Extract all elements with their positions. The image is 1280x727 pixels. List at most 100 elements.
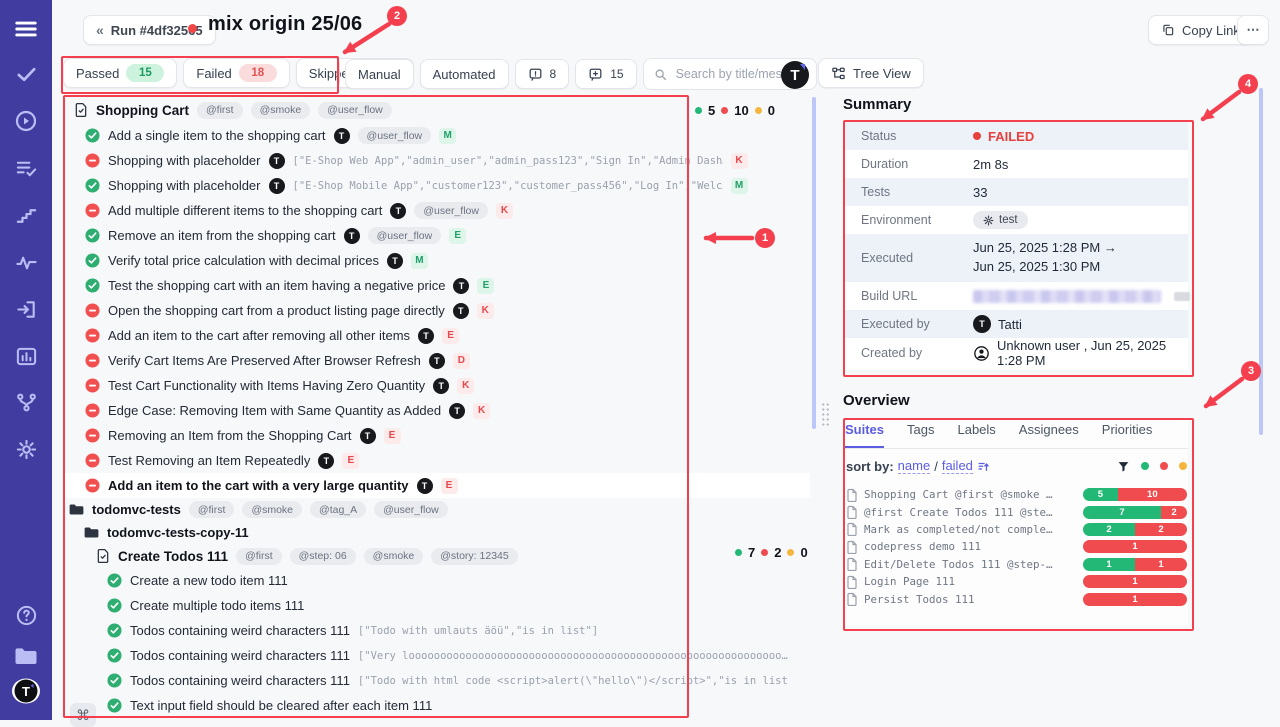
test-row[interactable]: Add multiple different items to the shop…	[63, 198, 810, 223]
tag-pill[interactable]: @user_flow	[368, 227, 442, 244]
failed-filter-dot[interactable]	[1160, 462, 1168, 470]
test-row[interactable]: Test the shopping cart with an item havi…	[63, 273, 810, 298]
tag-pill[interactable]: @first	[197, 102, 243, 119]
main-scrollbar[interactable]	[812, 97, 816, 429]
tag-pill[interactable]: @step: 06	[290, 548, 356, 565]
sort-by-failed[interactable]: failed	[942, 458, 973, 474]
test-row[interactable]: Test Cart Functionality with Items Havin…	[63, 373, 810, 398]
tag-pill[interactable]: @user_flow	[374, 501, 448, 518]
test-row[interactable]: Verify total price calculation with deci…	[63, 248, 810, 273]
passed-icon	[107, 623, 122, 638]
tag-pill[interactable]: @first	[189, 501, 235, 518]
panel-resize-handle[interactable]	[821, 402, 830, 428]
comments-button-1[interactable]: 8	[515, 59, 570, 89]
sidebar-item-menu[interactable]	[0, 14, 52, 44]
overview-suite-row[interactable]: Shopping Cart @first @smoke …510	[846, 486, 1187, 503]
test-row[interactable]: Open the shopping cart from a product li…	[63, 298, 810, 323]
tag-pill[interactable]: @tag_A	[310, 501, 366, 518]
test-row[interactable]: Shopping with placeholderT["E-Shop Web A…	[63, 148, 810, 173]
test-row[interactable]: Add an item to the cart after removing a…	[63, 323, 810, 348]
test-row[interactable]: Remove an item from the shopping cartT@u…	[63, 223, 810, 248]
sidebar-item-brand-logo[interactable]: T	[0, 676, 52, 706]
testomat-logo-icon[interactable]: T	[781, 61, 809, 89]
tag-pill[interactable]: @smoke	[242, 501, 302, 518]
comments-button-2[interactable]: 15	[575, 59, 636, 89]
sidebar-item-play-circle[interactable]	[0, 106, 52, 136]
test-row[interactable]: Create multiple todo items 111	[63, 593, 810, 618]
owner-badge: E	[477, 278, 494, 294]
tag-pill[interactable]: @smoke	[251, 102, 311, 119]
tag-pill[interactable]: @user_flow	[414, 202, 488, 219]
tag-pill[interactable]: @first	[236, 548, 282, 565]
testomat-logo-icon: T	[344, 228, 360, 244]
test-data-args: ["Todo with umlauts äöü","is in list"]	[358, 625, 598, 637]
overview-suite-row[interactable]: Persist Todos 1111	[846, 590, 1187, 607]
skipped-filter-dot[interactable]	[1179, 462, 1187, 470]
overview-suite-row[interactable]: codepress demo 1111	[846, 538, 1187, 555]
tag-pill[interactable]: @smoke	[364, 548, 424, 565]
tab-assignees[interactable]: Assignees	[1019, 422, 1079, 448]
test-row[interactable]: Text input field should be cleared after…	[63, 693, 810, 718]
tree-view-button[interactable]: Tree View	[818, 58, 924, 88]
test-row[interactable]: Create a new todo item 111	[63, 568, 810, 593]
tag-pill[interactable]: @story: 12345	[431, 548, 517, 565]
failed-icon	[85, 203, 100, 218]
search-input[interactable]	[674, 66, 798, 82]
sidebar-item-steps[interactable]	[0, 200, 52, 230]
passed-icon	[107, 598, 122, 613]
overview-suite-row[interactable]: @first Create Todos 111 @ste…72	[846, 503, 1187, 520]
more-actions-button[interactable]: ⋯	[1237, 15, 1269, 45]
folder-row[interactable]: todomvc-tests@first@smoke@tag_A@user_flo…	[63, 498, 810, 521]
tag-pill[interactable]: @user_flow	[318, 102, 392, 119]
test-row[interactable]: Add a single item to the shopping cartT@…	[63, 123, 810, 148]
suite-row[interactable]: Create Todos 111@first@step: 06@smoke@st…	[63, 544, 810, 568]
overview-suite-row[interactable]: Login Page 1111	[846, 573, 1187, 590]
test-row[interactable]: Todos containing weird characters 111["T…	[63, 668, 810, 693]
sidebar-item-help[interactable]	[0, 600, 52, 630]
panel-scrollbar[interactable]	[1259, 88, 1263, 435]
test-row[interactable]: Shopping with placeholderT["E-Shop Mobil…	[63, 173, 810, 198]
automated-filter-button[interactable]: Automated	[420, 59, 509, 89]
tab-suites[interactable]: Suites	[845, 422, 884, 448]
summary-label: Created by	[845, 346, 973, 360]
failed-icon	[85, 153, 100, 168]
funnel-icon[interactable]	[1117, 460, 1130, 473]
overview-suite-row[interactable]: Edit/Delete Todos 111 @step-…11	[846, 556, 1187, 573]
test-row[interactable]: Verify Cart Items Are Preserved After Br…	[63, 348, 810, 373]
tab-tags[interactable]: Tags	[907, 422, 934, 448]
filter-failed-button[interactable]: Failed18	[183, 58, 289, 88]
test-row[interactable]: Todos containing weird characters 111["V…	[63, 643, 810, 668]
sidebar-item-branch[interactable]	[0, 387, 52, 417]
filter-passed-button[interactable]: Passed15	[63, 58, 177, 88]
test-row[interactable]: Add an item to the cart with a very larg…	[63, 473, 810, 498]
owner-badge: E	[449, 228, 466, 244]
sidebar-item-folders[interactable]	[0, 640, 52, 670]
test-row[interactable]: Edge Case: Removing Item with Same Quant…	[63, 398, 810, 423]
overview-suite-name: Mark as completed/not comple…	[864, 523, 1076, 536]
manual-filter-button[interactable]: Manual	[345, 59, 414, 89]
summary-row-tests: Tests33	[845, 178, 1188, 206]
test-row[interactable]: Test Removing an Item RepeatedlyTE	[63, 448, 810, 473]
tab-labels[interactable]: Labels	[957, 422, 995, 448]
environment-badge[interactable]: test	[973, 211, 1028, 229]
file-check-icon	[74, 102, 88, 118]
sidebar-item-check[interactable]	[0, 59, 52, 89]
sidebar-item-activity[interactable]	[0, 247, 52, 277]
sidebar-item-chart[interactable]	[0, 341, 52, 371]
passed-filter-dot[interactable]	[1141, 462, 1149, 470]
tree-view-icon	[831, 66, 846, 81]
tag-pill[interactable]: @user_flow	[358, 127, 432, 144]
test-row[interactable]: Todos containing weird characters 111["T…	[63, 618, 810, 643]
test-row[interactable]: Removing an Item from the Shopping CartT…	[63, 423, 810, 448]
overview-suite-row[interactable]: Mark as completed/not comple…22	[846, 521, 1187, 538]
testomat-logo-icon: T	[433, 378, 449, 394]
sidebar-item-gear[interactable]	[0, 434, 52, 464]
tab-priorities[interactable]: Priorities	[1102, 422, 1153, 448]
folder-row[interactable]: todomvc-tests-copy-11	[63, 521, 810, 544]
summary-row-executed-by: Executed byTTatti	[845, 310, 1188, 338]
sidebar-item-sign-in[interactable]	[0, 294, 52, 324]
sidebar-item-list-check[interactable]	[0, 153, 52, 183]
testomat-logo-icon: T	[417, 478, 433, 494]
sort-by-name[interactable]: name	[898, 458, 931, 474]
failed-icon	[85, 353, 100, 368]
